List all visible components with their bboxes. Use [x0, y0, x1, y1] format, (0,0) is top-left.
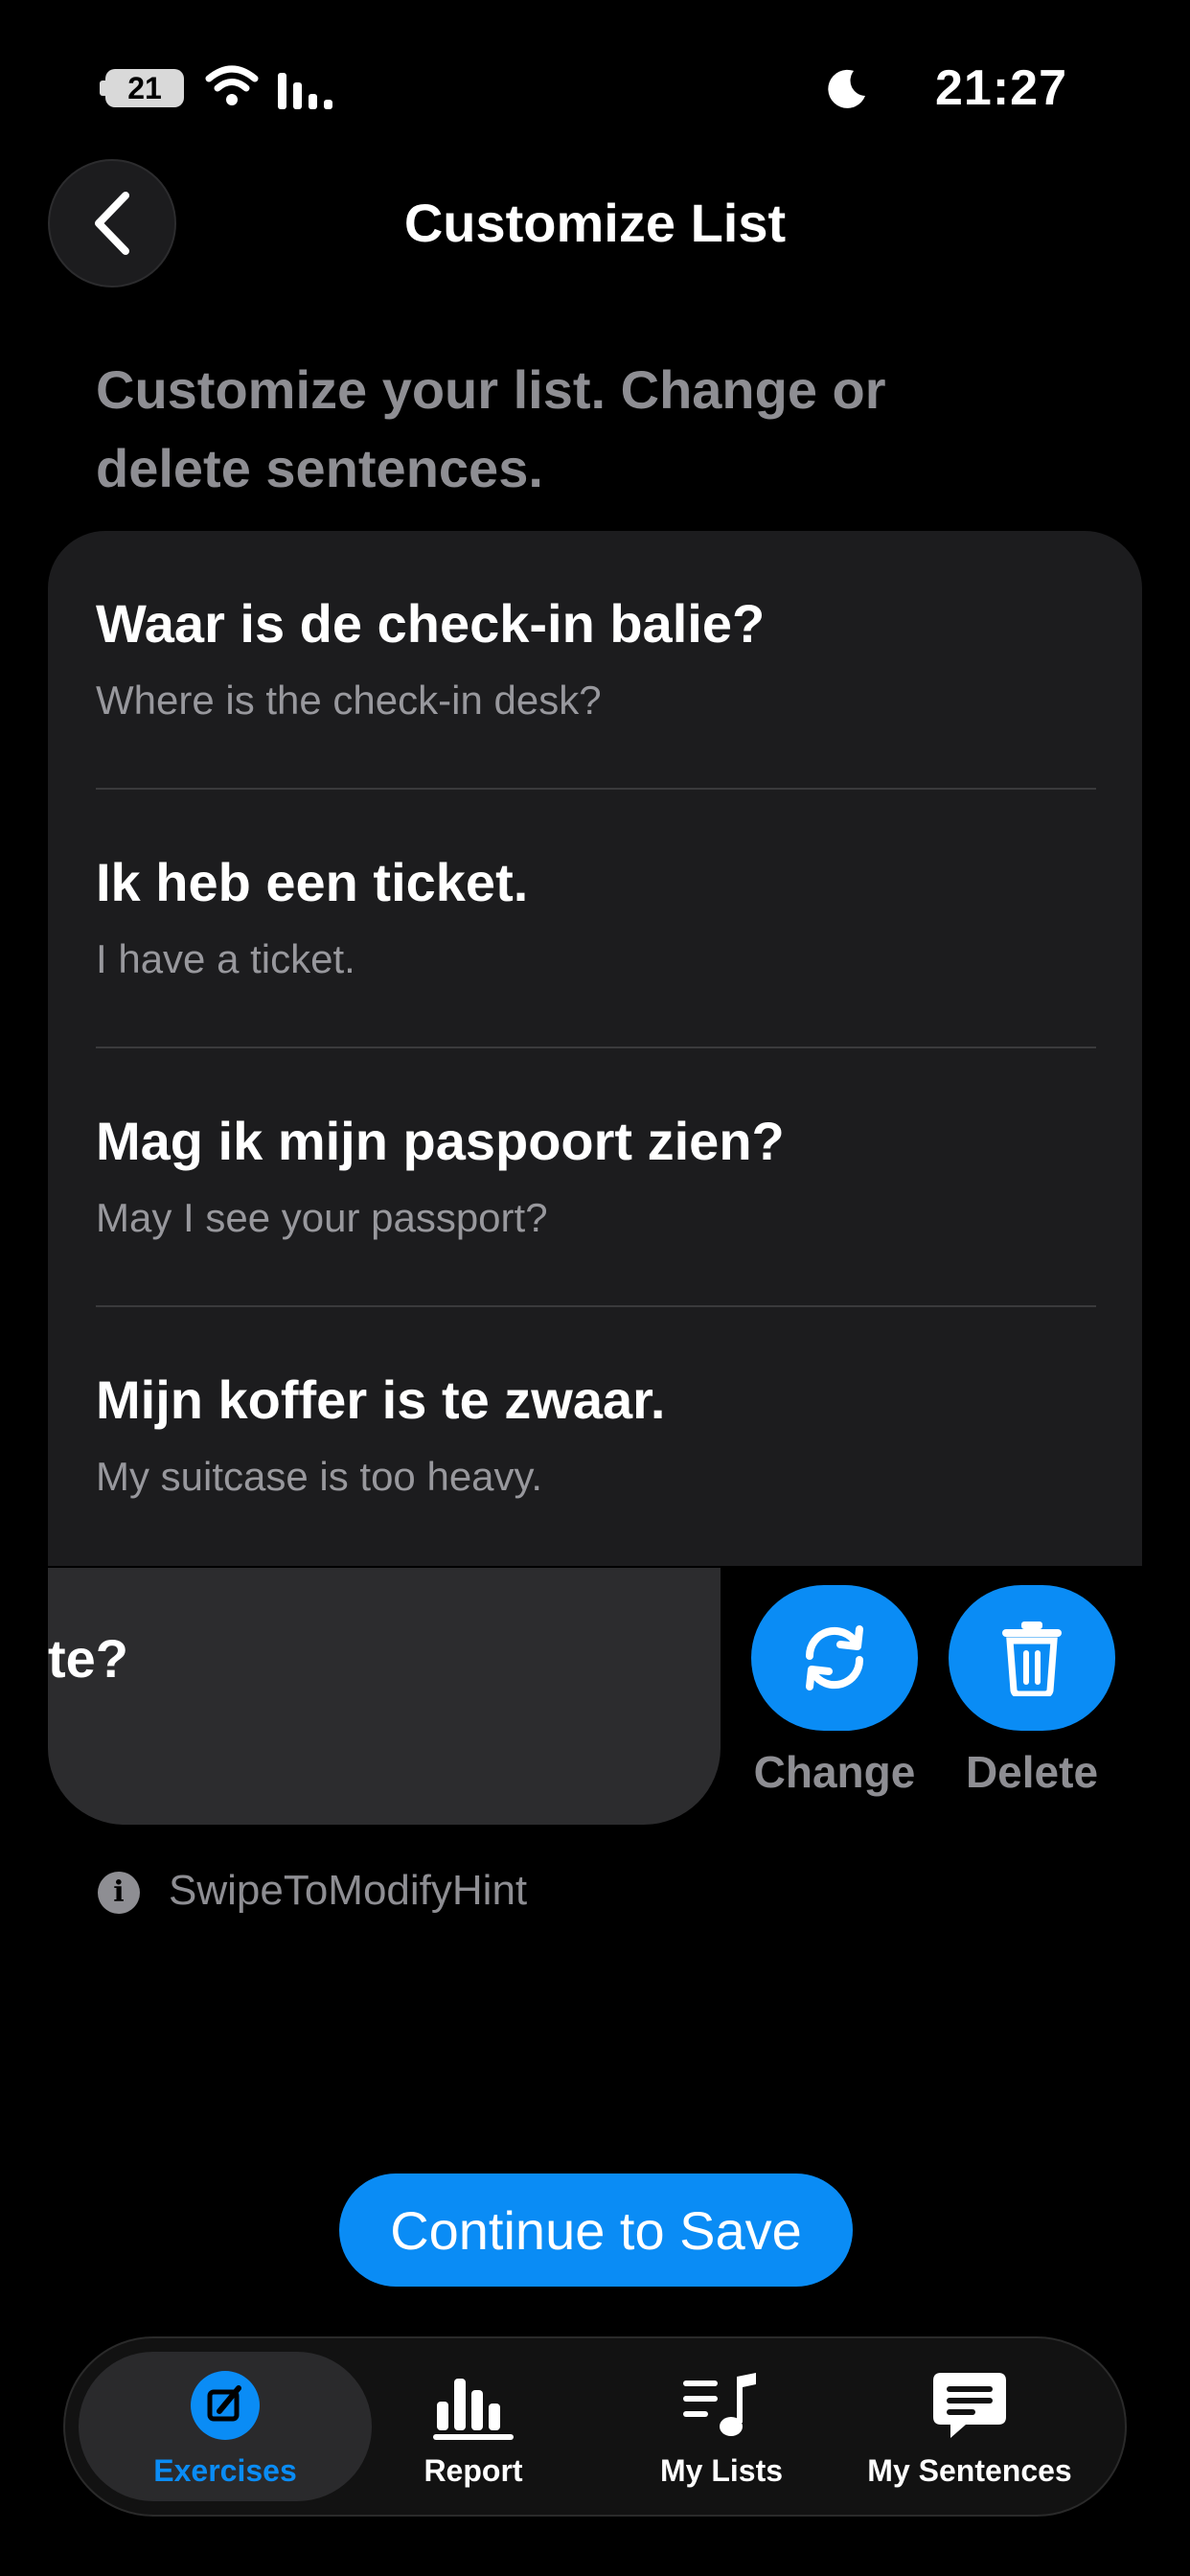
- tab-bar: Exercises Report My Lists My Sentences: [63, 2336, 1127, 2517]
- cellular-signal-icon: [278, 73, 332, 109]
- divider: [96, 788, 1096, 790]
- tab-label: My Sentences: [867, 2453, 1072, 2488]
- sentence-english: I have a ticket.: [96, 936, 355, 981]
- music-list-icon: [683, 2373, 756, 2436]
- edit-icon: [191, 2371, 260, 2440]
- divider: [96, 1046, 1096, 1048]
- delete-button[interactable]: [949, 1585, 1115, 1731]
- sentence-item[interactable]: Mag ik mijn paspoort zien? May I see you…: [96, 1110, 1096, 1241]
- tab-exercises[interactable]: Exercises: [81, 2338, 369, 2515]
- sentence-dutch: Waar is de check-in balie?: [96, 593, 766, 654]
- trash-icon: [1002, 1622, 1062, 1696]
- divider: [96, 1305, 1096, 1307]
- sentence-item[interactable]: Mijn koffer is te zwaar. My suitcase is …: [96, 1368, 1096, 1500]
- refresh-icon: [805, 1625, 864, 1690]
- tab-my-lists[interactable]: My Lists: [578, 2338, 865, 2515]
- swiped-sentence-row[interactable]: te?: [48, 1568, 721, 1825]
- tab-report[interactable]: Report: [330, 2338, 617, 2515]
- swipe-hint: SwipeToModifyHint: [169, 1867, 528, 1914]
- tab-my-sentences[interactable]: My Sentences: [826, 2338, 1113, 2515]
- bar-chart-icon: [433, 2379, 514, 2440]
- continue-to-save-button[interactable]: Continue to Save: [339, 2174, 853, 2287]
- tab-label: Report: [423, 2453, 523, 2488]
- sentence-list-card: Waar is de check-in balie? Where is the …: [48, 531, 1142, 1566]
- message-icon: [933, 2373, 1006, 2438]
- page-title: Customize List: [403, 193, 787, 253]
- delete-label: Delete: [965, 1747, 1099, 1797]
- sentence-item[interactable]: Waar is de check-in balie? Where is the …: [96, 592, 1096, 724]
- sentence-english: Where is the check-in desk?: [96, 678, 602, 723]
- battery-indicator: 21: [105, 69, 184, 107]
- sentence-dutch-truncated: te?: [48, 1628, 128, 1689]
- sentence-dutch: Mijn koffer is te zwaar.: [96, 1369, 666, 1430]
- sentence-english: May I see your passport?: [96, 1195, 548, 1240]
- sentence-english: My suitcase is too heavy.: [96, 1454, 543, 1499]
- sentence-dutch: Mag ik mijn paspoort zien?: [96, 1111, 785, 1171]
- intro-text: Customize your list. Change or delete se…: [96, 359, 886, 498]
- tab-label: Exercises: [153, 2453, 297, 2488]
- wifi-icon: [205, 65, 259, 105]
- change-button[interactable]: [751, 1585, 918, 1731]
- tab-label: My Lists: [659, 2453, 784, 2488]
- sentence-dutch: Ik heb een ticket.: [96, 852, 529, 912]
- info-icon: i: [98, 1872, 140, 1914]
- moon-icon: [828, 69, 865, 108]
- sentence-item[interactable]: Ik heb een ticket. I have a ticket.: [96, 851, 1096, 982]
- status-time: 21:27: [935, 60, 1067, 116]
- change-label: Change: [753, 1747, 916, 1797]
